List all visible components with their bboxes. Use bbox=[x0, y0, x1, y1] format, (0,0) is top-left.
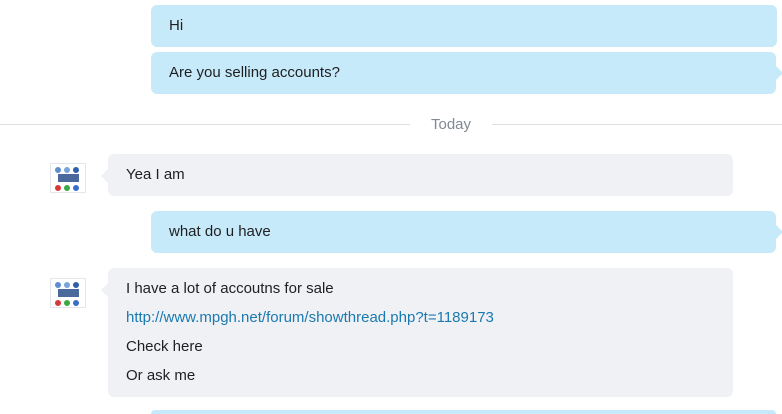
message-text: what do u have bbox=[169, 223, 271, 240]
message-text: Hi bbox=[169, 17, 184, 34]
message-bubble-outgoing[interactable]: Hi bbox=[151, 5, 777, 47]
message-bubble-incoming[interactable]: Yea I am bbox=[101, 154, 733, 196]
message-text: Yea I am bbox=[126, 166, 185, 183]
contact-avatar-icon[interactable] bbox=[50, 163, 86, 193]
message-text: I have a lot of accoutns for sale bbox=[126, 280, 334, 297]
message-text: Are you selling accounts? bbox=[169, 64, 340, 81]
message-text: Or ask me bbox=[126, 367, 196, 384]
date-divider-label: Today bbox=[410, 114, 492, 136]
message-bubble-outgoing[interactable] bbox=[151, 410, 776, 414]
message-bubble-incoming[interactable]: I have a lot of accoutns for sale http:/… bbox=[101, 268, 733, 397]
contact-avatar-icon[interactable] bbox=[50, 278, 86, 308]
message-text: Check here bbox=[126, 338, 203, 355]
date-divider-line bbox=[0, 124, 782, 125]
message-link[interactable]: http://www.mpgh.net/forum/showthread.php… bbox=[126, 309, 494, 326]
message-bubble-outgoing[interactable]: Are you selling accounts? bbox=[151, 52, 782, 94]
message-bubble-outgoing[interactable]: what do u have bbox=[151, 211, 782, 253]
